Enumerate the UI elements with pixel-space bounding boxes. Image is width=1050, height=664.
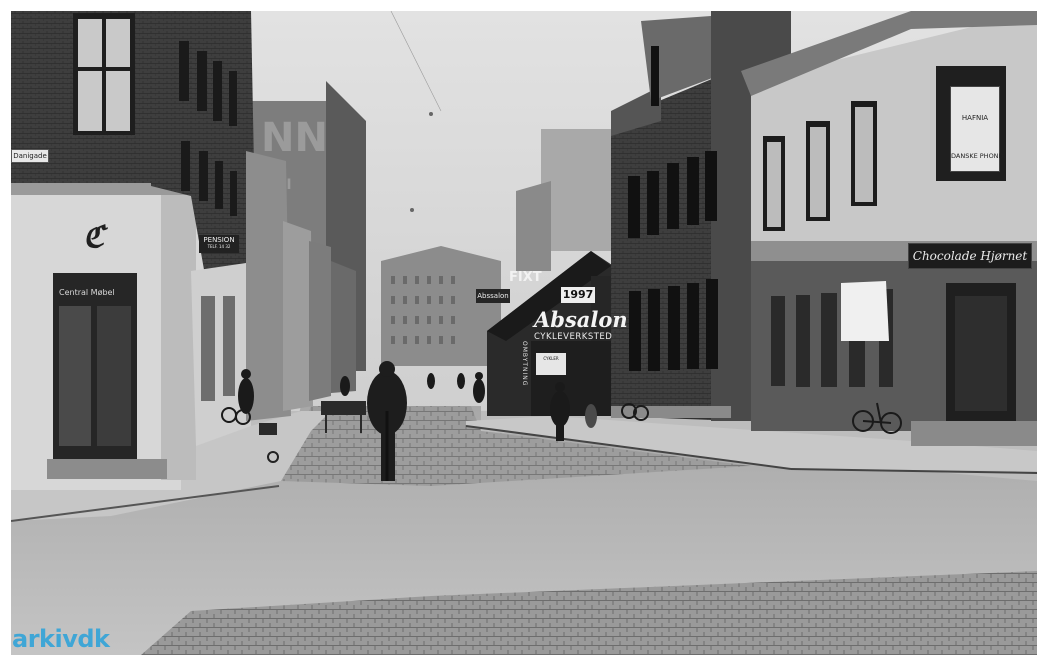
pension-sign: PENSION TELF. 14 32 [199, 235, 239, 253]
shop-logo: ℭ [83, 220, 105, 255]
photo-frame: NN ERI [0, 0, 1050, 664]
cykleverksted-sign: CYKLEVERKSTED [534, 332, 613, 342]
hafnia-poster: HAFNIA DANSKE PHONIX [950, 86, 1005, 172]
pension-title: PENSION [203, 236, 235, 244]
hafnia-title: HAFNIA [961, 114, 989, 122]
svg-text:NN: NN [261, 115, 328, 161]
street-name-sign: Danigade [11, 149, 49, 163]
photo-scene: NN ERI [11, 11, 1037, 655]
shop-sign-left: Central Møbel [59, 288, 115, 297]
chocolade-sign: Chocolade Hjørnet [908, 243, 1032, 269]
vertical-wall-text: OMBYTNING [521, 341, 528, 387]
street-photograph: NN ERI [11, 11, 1037, 655]
fixt-sign: FIXT [509, 270, 542, 285]
arkiv-watermark: arkivdk [12, 625, 110, 653]
watermark-suffix: dk [77, 625, 110, 653]
year-sign: 1997 [561, 287, 595, 303]
pension-subtitle: TELF. 14 32 [207, 244, 231, 249]
watermark-brand: arkiv [12, 625, 78, 653]
cykler-sign: CYKLER [536, 353, 566, 375]
hafnia-subtitle: DANSKE PHONIX [951, 152, 1005, 160]
hanging-shop-sign: Abssalon [476, 289, 510, 303]
right-corner-building [741, 11, 1037, 446]
absalon-sign: Absalon [534, 307, 628, 332]
